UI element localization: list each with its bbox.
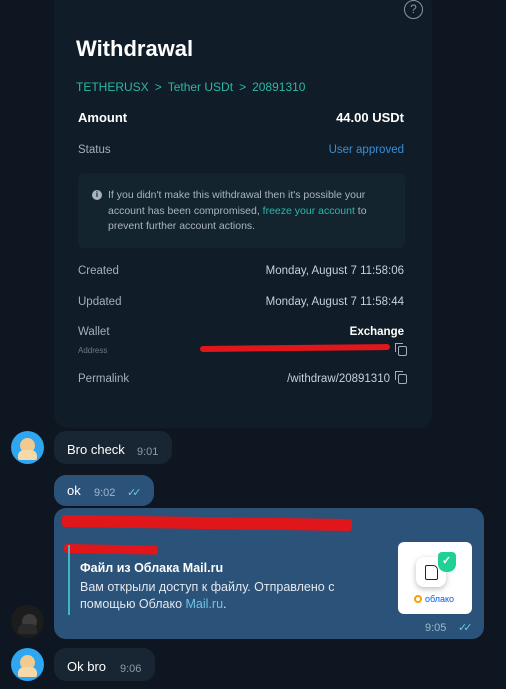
message-time: 9:02: [94, 487, 116, 499]
mailru-logo-icon: [414, 595, 422, 603]
link-preview-title[interactable]: Файл из Облака Mail.ru: [80, 561, 223, 575]
avatar-body: [18, 624, 37, 634]
chevron-right-icon: >: [239, 80, 247, 94]
cloud-logo: облако: [414, 594, 454, 604]
status-label: Status: [78, 144, 111, 156]
avatar-body: [18, 450, 37, 460]
message-time: 9:06: [120, 663, 142, 675]
link-preview-text-end: .: [223, 597, 227, 611]
updated-value: Monday, August 7 11:58:44: [265, 296, 404, 308]
updated-label: Updated: [78, 296, 122, 308]
permalink-value[interactable]: /withdraw/20891310: [287, 373, 390, 385]
copy-icon[interactable]: [395, 371, 407, 384]
avatar[interactable]: [11, 648, 44, 681]
copy-icon[interactable]: [395, 343, 407, 356]
link-preview-description: Вам открыли доступ к файлу. Отправлено с…: [80, 579, 380, 613]
message-bubble-incoming[interactable]: Ok bro 9:06: [54, 648, 155, 681]
status-value: User approved: [328, 144, 404, 156]
help-icon[interactable]: ?: [404, 0, 423, 19]
read-checkmark-icon: ✓✓: [127, 487, 142, 499]
freeze-account-link[interactable]: freeze your account: [263, 205, 355, 217]
message-bubble-incoming[interactable]: Bro check 9:01: [54, 431, 172, 464]
message-text: Ok bro: [67, 659, 107, 674]
avatar-body: [18, 667, 37, 677]
permalink-label: Permalink: [78, 373, 130, 385]
amount-label: Amount: [78, 110, 128, 125]
breadcrumb-item-currency[interactable]: TETHERUSX: [76, 80, 149, 94]
message-time: 9:05: [425, 622, 447, 634]
mailru-link[interactable]: Mail.ru: [186, 597, 224, 611]
created-label: Created: [78, 265, 119, 277]
message-bubble-outgoing[interactable]: ok 9:02 ✓✓: [54, 475, 154, 506]
breadcrumb-item-asset[interactable]: Tether USDt: [168, 80, 233, 94]
security-notice: i If you didn't make this withdrawal the…: [78, 173, 405, 248]
info-icon: i: [92, 190, 102, 200]
wallet-value: Exchange: [349, 326, 404, 338]
message-time: 9:01: [137, 446, 159, 458]
avatar[interactable]: [11, 605, 44, 638]
breadcrumb: TETHERUSX > Tether USDt > 20891310: [76, 80, 305, 94]
withdrawal-title: Withdrawal: [76, 36, 194, 61]
brand-label: облако: [425, 594, 455, 604]
wallet-label: Wallet: [78, 326, 110, 338]
message-text: Bro check: [67, 442, 125, 457]
address-label: Address: [78, 346, 108, 355]
breadcrumb-item-id[interactable]: 20891310: [252, 80, 305, 94]
created-value: Monday, August 7 11:58:06: [265, 265, 404, 277]
shield-check-icon: [438, 552, 456, 572]
amount-value: 44.00 USDt: [336, 110, 404, 125]
read-checkmark-icon: ✓✓: [458, 622, 473, 634]
avatar[interactable]: [11, 431, 44, 464]
chevron-right-icon: >: [154, 80, 162, 94]
message-text: ok: [67, 483, 81, 498]
link-preview-thumbnail[interactable]: облако: [398, 542, 472, 614]
